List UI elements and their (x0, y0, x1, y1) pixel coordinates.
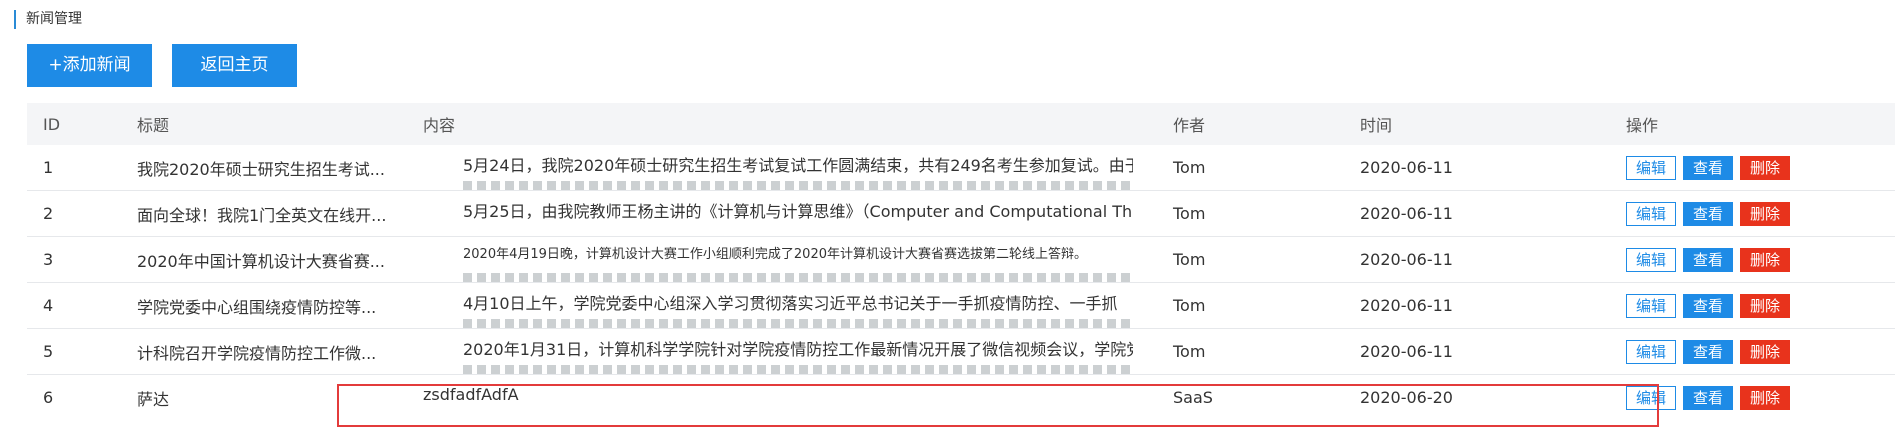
table-row: 4 学院党委中心组围绕疫情防控等... 4月10日上午，学院党委中心组深入学习贯… (27, 283, 1895, 329)
cell-author: Tom (1173, 296, 1206, 315)
delete-button[interactable]: 删除 (1740, 155, 1790, 180)
cell-date: 2020-06-11 (1360, 296, 1453, 315)
content-text: 5月24日，我院2020年硕士研究生招生考试复试工作圆满结束，共有249名考生参… (463, 156, 1133, 175)
add-news-button[interactable]: +添加新闻 (27, 44, 152, 87)
cell-actions: 编辑 查看 删除 (1610, 191, 1895, 237)
edit-button[interactable]: 编辑 (1626, 247, 1676, 272)
back-home-button[interactable]: 返回主页 (172, 44, 297, 87)
view-button[interactable]: 查看 (1683, 201, 1733, 226)
edit-button[interactable]: 编辑 (1626, 385, 1676, 410)
cell-date: 2020-06-11 (1360, 250, 1453, 269)
cell-actions: 编辑 查看 删除 (1610, 283, 1895, 329)
cell-content: 4月10日上午，学院党委中心组深入学习贯彻落实习近平总书记关于一手抓疫情防控、一… (407, 283, 1157, 329)
content-text: 2020年4月19日晚，计算机设计大赛工作小组顺利完成了2020年计算机设计大赛… (463, 247, 1087, 262)
cell-content: 5月24日，我院2020年硕士研究生招生考试复试工作圆满结束，共有249名考生参… (407, 145, 1157, 191)
cell-title: 2020年中国计算机设计大赛省赛... (137, 251, 385, 271)
content-text: zsdfadfAdfA (423, 385, 519, 404)
cell-title: 学院党委中心组围绕疫情防控等... (137, 297, 377, 317)
edit-button[interactable]: 编辑 (1626, 201, 1676, 226)
cell-content: 5月25日，由我院教师王杨主讲的《计算机与计算思维》（Computer and … (407, 191, 1157, 237)
content-text: 2020年1月31日，计算机科学学院针对学院疫情防控工作最新情况开展了微信视频会… (463, 340, 1133, 359)
cell-date: 2020-06-11 (1360, 204, 1453, 223)
delete-button[interactable]: 删除 (1740, 201, 1790, 226)
table-row: 1 我院2020年硕士研究生招生考试... 5月24日，我院2020年硕士研究生… (27, 145, 1895, 191)
cell-actions: 编辑 查看 删除 (1610, 329, 1895, 375)
cell-content: 2020年4月19日晚，计算机设计大赛工作小组顺利完成了2020年计算机设计大赛… (407, 237, 1157, 283)
column-header-id: ID (43, 114, 61, 134)
table-row: 5 计科院召开学院疫情防控工作微... 2020年1月31日，计算机科学学院针对… (27, 329, 1895, 375)
view-button[interactable]: 查看 (1683, 155, 1733, 180)
cell-id: 6 (43, 388, 54, 407)
cell-actions: 编辑 查看 删除 (1610, 145, 1895, 191)
cell-title: 面向全球！我院1门全英文在线开... (137, 205, 387, 225)
cell-author: Tom (1173, 158, 1206, 177)
table-row: 2 面向全球！我院1门全英文在线开... 5月25日，由我院教师王杨主讲的《计算… (27, 191, 1895, 237)
column-header-title: 标题 (137, 116, 170, 135)
cell-actions: 编辑 查看 删除 (1610, 375, 1895, 421)
cell-id: 1 (43, 158, 54, 177)
view-button[interactable]: 查看 (1683, 385, 1733, 410)
view-button[interactable]: 查看 (1683, 339, 1733, 364)
cell-id: 2 (43, 204, 54, 223)
cell-id: 3 (43, 250, 54, 269)
edit-button[interactable]: 编辑 (1626, 155, 1676, 180)
cell-title: 我院2020年硕士研究生招生考试... (137, 159, 385, 179)
table-header-row: ID 标题 内容 作者 时间 操作 (27, 103, 1895, 145)
cell-content: zsdfadfAdfA (407, 375, 1157, 421)
page-title: 新闻管理 (14, 10, 82, 29)
cell-id: 4 (43, 296, 54, 315)
view-button[interactable]: 查看 (1683, 293, 1733, 318)
column-header-content: 内容 (423, 116, 456, 135)
cell-author: SaaS (1173, 388, 1213, 407)
delete-button[interactable]: 删除 (1740, 247, 1790, 272)
cell-date: 2020-06-11 (1360, 342, 1453, 361)
delete-button[interactable]: 删除 (1740, 293, 1790, 318)
cell-date: 2020-06-11 (1360, 158, 1453, 177)
news-table: ID 标题 内容 作者 时间 操作 1 我院2020年硕士研究生招生考试... … (27, 103, 1895, 420)
content-text: 5月25日，由我院教师王杨主讲的《计算机与计算思维》（Computer and … (463, 202, 1133, 221)
table-row: 6 萨达 zsdfadfAdfA SaaS 2020-06-20 编辑 查看 删… (27, 375, 1895, 421)
column-header-time: 时间 (1360, 116, 1393, 135)
cell-author: Tom (1173, 204, 1206, 223)
column-header-actions: 操作 (1626, 116, 1659, 135)
edit-button[interactable]: 编辑 (1626, 293, 1676, 318)
delete-button[interactable]: 删除 (1740, 339, 1790, 364)
content-text: 4月10日上午，学院党委中心组深入学习贯彻落实习近平总书记关于一手抓疫情防控、一… (463, 294, 1118, 313)
cell-title: 萨达 (137, 389, 170, 409)
cell-content: 2020年1月31日，计算机科学学院针对学院疫情防控工作最新情况开展了微信视频会… (407, 329, 1157, 375)
content-overflow-line (463, 181, 1133, 190)
cell-date: 2020-06-20 (1360, 388, 1453, 407)
cell-author: Tom (1173, 342, 1206, 361)
cell-actions: 编辑 查看 删除 (1610, 237, 1895, 283)
edit-button[interactable]: 编辑 (1626, 339, 1676, 364)
cell-author: Tom (1173, 250, 1206, 269)
content-overflow-line (463, 273, 1133, 282)
column-header-author: 作者 (1173, 116, 1206, 135)
delete-button[interactable]: 删除 (1740, 385, 1790, 410)
view-button[interactable]: 查看 (1683, 247, 1733, 272)
content-overflow-line (463, 365, 1133, 374)
cell-id: 5 (43, 342, 54, 361)
table-row: 3 2020年中国计算机设计大赛省赛... 2020年4月19日晚，计算机设计大… (27, 237, 1895, 283)
cell-title: 计科院召开学院疫情防控工作微... (137, 343, 377, 363)
content-overflow-line (463, 319, 1133, 328)
